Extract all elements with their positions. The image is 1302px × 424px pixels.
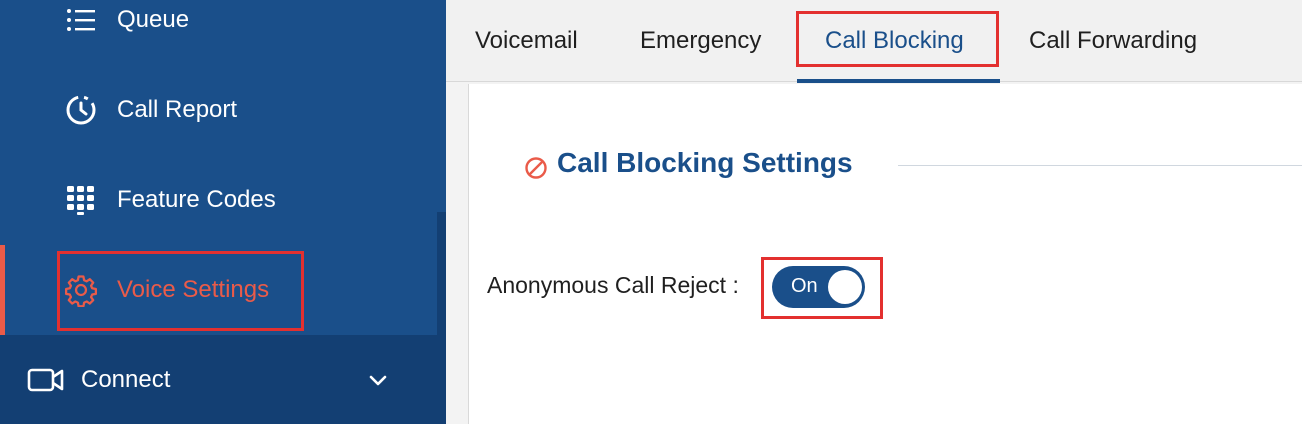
block-icon [524,156,548,180]
chevron-down-icon[interactable] [366,368,390,392]
sidebar-item-queue[interactable]: Queue [0,0,437,65]
keypad-icon [62,181,100,219]
tab-voicemail[interactable]: Voicemail [475,0,578,82]
tab-emergency[interactable]: Emergency [640,0,761,82]
section-divider [898,165,1302,166]
sidebar-item-call-report[interactable]: Call Report [0,65,437,155]
sidebar-scrollbar[interactable] [437,212,446,424]
sidebar-item-label: Feature Codes [117,186,276,213]
anonymous-call-reject-label: Anonymous Call Reject : [487,272,739,298]
highlight-box-voice-settings [57,251,304,331]
sidebar-item-feature-codes[interactable]: Feature Codes [0,155,437,245]
tab-label: Voicemail [475,27,578,54]
list-icon [62,1,100,39]
video-camera-icon [26,364,66,396]
settings-card [468,84,1302,424]
section-title: Call Blocking Settings [557,147,853,178]
tab-label: Emergency [640,27,762,54]
history-clock-icon [62,91,100,129]
sidebar-item-label: Call Report [117,96,238,123]
highlight-box-toggle [761,257,883,319]
tab-label: Call Forwarding [1029,27,1198,54]
sidebar-item-connect[interactable]: Connect [0,335,437,424]
active-tab-underline [797,79,1000,83]
sidebar: Queue Call Report Feature Codes Voice Se… [0,0,446,424]
connect-label: Connect [81,365,171,393]
highlight-box-call-blocking-tab [796,11,999,67]
sidebar-item-label: Queue [117,6,190,33]
tab-call-forwarding[interactable]: Call Forwarding [1029,0,1197,82]
